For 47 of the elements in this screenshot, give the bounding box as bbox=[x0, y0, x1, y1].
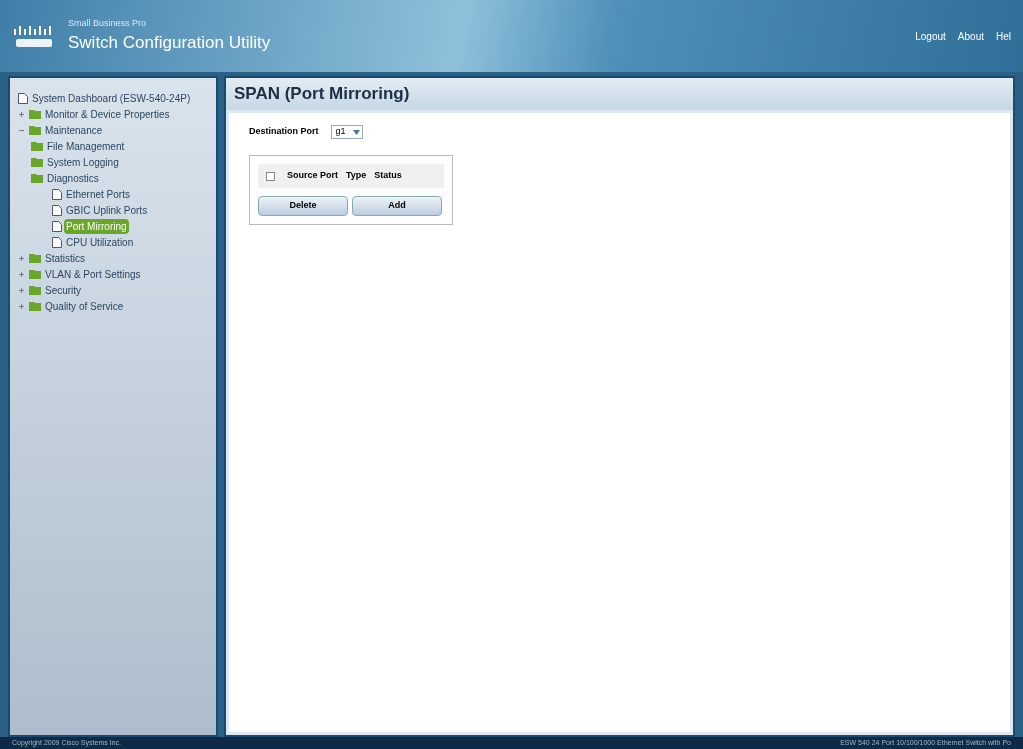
page-icon bbox=[52, 204, 62, 216]
tree-item[interactable]: Ethernet Ports bbox=[64, 186, 132, 202]
destination-port-label: Destination Port bbox=[249, 125, 319, 139]
tree-item[interactable]: VLAN & Port Settings bbox=[43, 266, 143, 282]
column-header: Source Port bbox=[287, 169, 338, 183]
page-icon bbox=[18, 92, 28, 104]
tree-item[interactable]: Monitor & Device Properties bbox=[43, 106, 172, 122]
folder-icon bbox=[29, 125, 41, 135]
select-all-checkbox[interactable] bbox=[266, 171, 275, 181]
expand-icon[interactable] bbox=[18, 110, 25, 118]
expand-icon[interactable] bbox=[18, 286, 25, 294]
folder-icon bbox=[31, 141, 43, 151]
tree-item[interactable]: Maintenance bbox=[43, 122, 105, 138]
folder-icon bbox=[29, 109, 41, 119]
destination-port-dropdown[interactable]: g1 bbox=[330, 125, 363, 139]
expand-icon[interactable] bbox=[18, 302, 25, 310]
tree-item[interactable]: System Logging bbox=[45, 154, 121, 170]
tree-item[interactable]: GBIC Uplink Ports bbox=[64, 202, 150, 218]
header-subtitle: Small Business Pro bbox=[68, 16, 148, 30]
header-link[interactable]: About bbox=[957, 28, 984, 44]
folder-icon bbox=[29, 301, 41, 311]
tree-item[interactable]: Statistics bbox=[43, 250, 87, 266]
header-link[interactable]: Hel bbox=[996, 28, 1011, 44]
folder-icon bbox=[31, 173, 43, 183]
caret-icon bbox=[352, 129, 360, 135]
header-link[interactable]: Logout bbox=[915, 28, 946, 44]
action-button[interactable]: Add bbox=[352, 196, 442, 216]
folder-icon bbox=[29, 269, 41, 279]
column-header: Status bbox=[374, 169, 402, 183]
folder-icon bbox=[31, 157, 43, 167]
tree-item[interactable]: File Management bbox=[45, 138, 127, 154]
page-icon bbox=[52, 220, 62, 232]
page-icon bbox=[52, 236, 62, 248]
page-icon bbox=[52, 188, 62, 200]
tree-item[interactable]: System Dashboard (ESW-540-24P) bbox=[30, 90, 193, 106]
tree-item[interactable]: Security bbox=[43, 282, 84, 298]
app-title: Switch Configuration Utility bbox=[68, 32, 271, 54]
tree-item[interactable]: CPU Utilization bbox=[64, 234, 136, 250]
folder-icon bbox=[29, 285, 41, 295]
action-button[interactable]: Delete bbox=[258, 196, 348, 216]
expand-icon[interactable] bbox=[18, 254, 25, 262]
tree-item[interactable]: Quality of Service bbox=[43, 298, 126, 314]
column-header: Type bbox=[346, 169, 367, 183]
tree-item[interactable]: Diagnostics bbox=[45, 170, 101, 186]
expand-icon[interactable] bbox=[18, 270, 25, 278]
folder-icon bbox=[29, 253, 41, 263]
page-title: SPAN (Port Mirroring) bbox=[234, 83, 410, 106]
